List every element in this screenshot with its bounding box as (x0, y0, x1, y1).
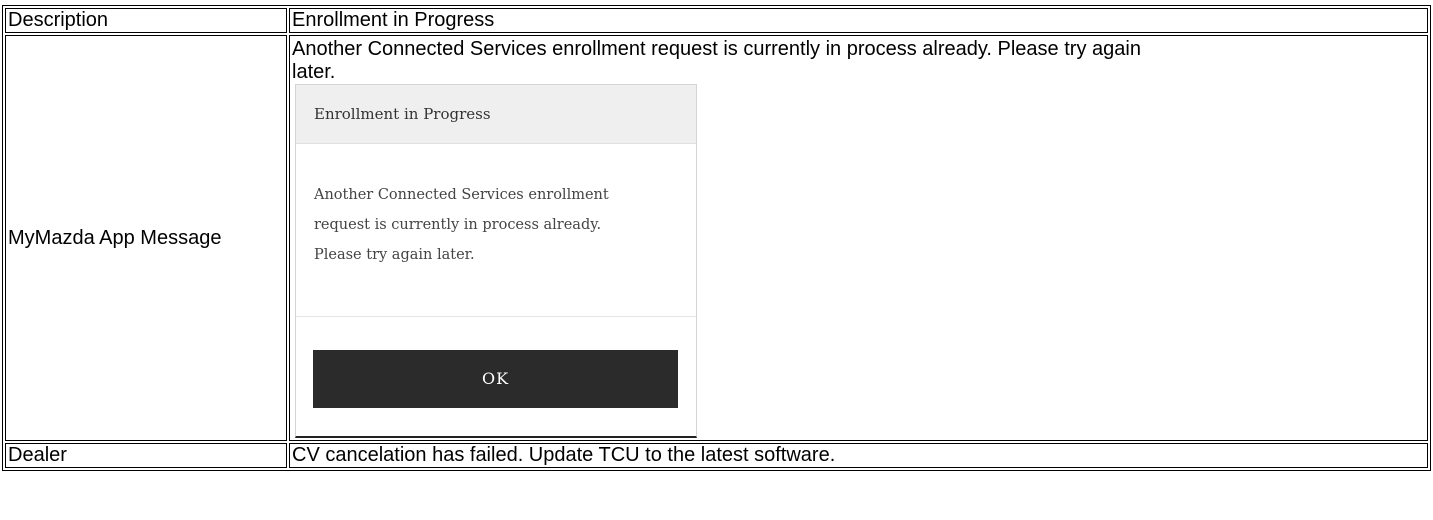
row-label-app-message: MyMazda App Message (5, 35, 287, 441)
row-value-dealer: CV cancelation has failed. Update TCU to… (289, 443, 1428, 468)
dialog-body-line: Please try again later. (314, 247, 475, 263)
table-row-description: Description Enrollment in Progress (5, 8, 1428, 33)
dialog-body-line: request is currently in process already. (314, 217, 602, 233)
dialog-body-line: Another Connected Services enrollment (314, 187, 609, 203)
row-label-description: Description (5, 8, 287, 33)
row-value-description: Enrollment in Progress (289, 8, 1428, 33)
ok-button[interactable]: OK (313, 350, 678, 408)
row-label-dealer: Dealer (5, 443, 287, 468)
heading-fragment (200, 0, 320, 3)
app-dialog-screenshot: Enrollment in Progress Another Connected… (295, 84, 697, 438)
dialog-title: Enrollment in Progress (296, 85, 696, 144)
table-row-app-message: MyMazda App Message Another Connected Se… (5, 35, 1428, 441)
app-message-text: Another Connected Services enrollment re… (292, 38, 1141, 83)
dialog-body: Another Connected Services enrollment re… (296, 144, 696, 317)
row-value-app-message: Another Connected Services enrollment re… (289, 35, 1428, 441)
table-row-dealer: Dealer CV cancelation has failed. Update… (5, 443, 1428, 468)
message-info-table: Description Enrollment in Progress MyMaz… (2, 5, 1431, 471)
